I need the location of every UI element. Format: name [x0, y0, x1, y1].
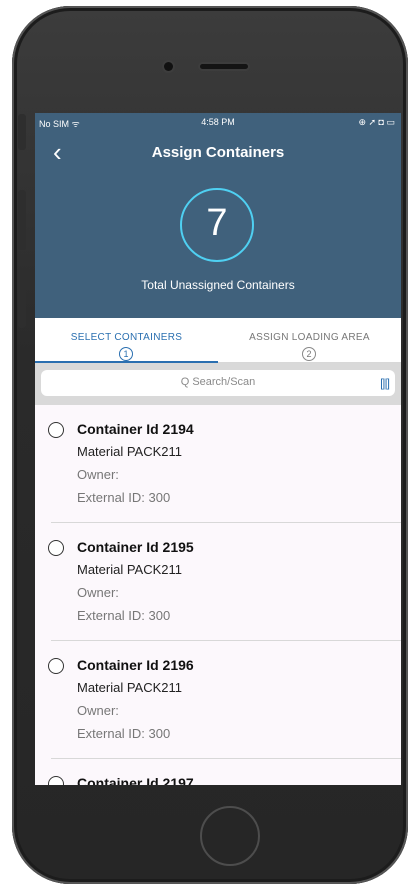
tab-select-containers[interactable]: SELECT CONTAINERS 1 [35, 318, 218, 363]
container-material: Material PACK211 [77, 680, 183, 695]
step-number-badge: 2 [302, 347, 316, 361]
list-item[interactable]: Container Id 2195 Material PACK211 Owner… [35, 523, 401, 641]
container-id: Container Id 2197 [77, 775, 194, 785]
container-external-id: External ID: 300 [77, 490, 171, 505]
front-camera [164, 62, 173, 71]
tab-label: ASSIGN LOADING AREA [249, 332, 370, 343]
status-indicators: ⊕ ➚ ◘ ▭ [358, 117, 395, 127]
container-owner: Owner: [77, 467, 119, 482]
select-radio[interactable] [48, 776, 64, 785]
mute-switch [18, 114, 26, 150]
volume-down-button [18, 268, 26, 328]
container-owner: Owner: [77, 585, 119, 600]
header: No SIM ᯤ 4:58 PM ⊕ ➚ ◘ ▭ ‹ Assign Contai… [35, 113, 401, 318]
container-id: Container Id 2194 [77, 421, 194, 437]
volume-up-button [18, 190, 26, 250]
container-material: Material PACK211 [77, 444, 183, 459]
barcode-icon[interactable]: [||] [380, 376, 390, 390]
step-number-badge: 1 [119, 347, 133, 361]
list-item[interactable]: Container Id 2194 Material PACK211 Owner… [35, 405, 401, 523]
search-placeholder: Q Search/Scan [180, 376, 256, 388]
unassigned-count-label: Total Unassigned Containers [141, 278, 295, 292]
container-id: Container Id 2195 [77, 539, 194, 555]
container-list: Container Id 2194 Material PACK211 Owner… [35, 405, 401, 785]
page-title: Assign Containers [151, 144, 285, 161]
select-radio[interactable] [48, 658, 64, 674]
tab-assign-loading-area[interactable]: ASSIGN LOADING AREA 2 [218, 318, 401, 362]
select-radio[interactable] [48, 540, 64, 556]
home-button[interactable] [200, 806, 260, 866]
container-external-id: External ID: 300 [77, 608, 171, 623]
unassigned-count: 7 [180, 188, 254, 262]
tab-label: SELECT CONTAINERS [70, 332, 183, 343]
select-radio[interactable] [48, 422, 64, 438]
app-screen: No SIM ᯤ 4:58 PM ⊕ ➚ ◘ ▭ ‹ Assign Contai… [35, 113, 401, 785]
container-owner: Owner: [77, 703, 119, 718]
container-external-id: External ID: 300 [77, 726, 171, 741]
search-bar: Q Search/Scan [||] [35, 363, 401, 405]
status-bar: No SIM ᯤ 4:58 PM ⊕ ➚ ◘ ▭ [35, 117, 401, 131]
clock: 4:58 PM [201, 117, 235, 127]
step-tabs: SELECT CONTAINERS 1 ASSIGN LOADING AREA … [35, 318, 401, 363]
search-input[interactable]: Q Search/Scan [||] [41, 370, 395, 396]
list-item[interactable]: Container Id 2197 [35, 759, 401, 785]
container-id: Container Id 2196 [77, 657, 194, 673]
list-item[interactable]: Container Id 2196 Material PACK211 Owner… [35, 641, 401, 759]
earpiece-speaker [200, 64, 248, 69]
container-material: Material PACK211 [77, 562, 183, 577]
